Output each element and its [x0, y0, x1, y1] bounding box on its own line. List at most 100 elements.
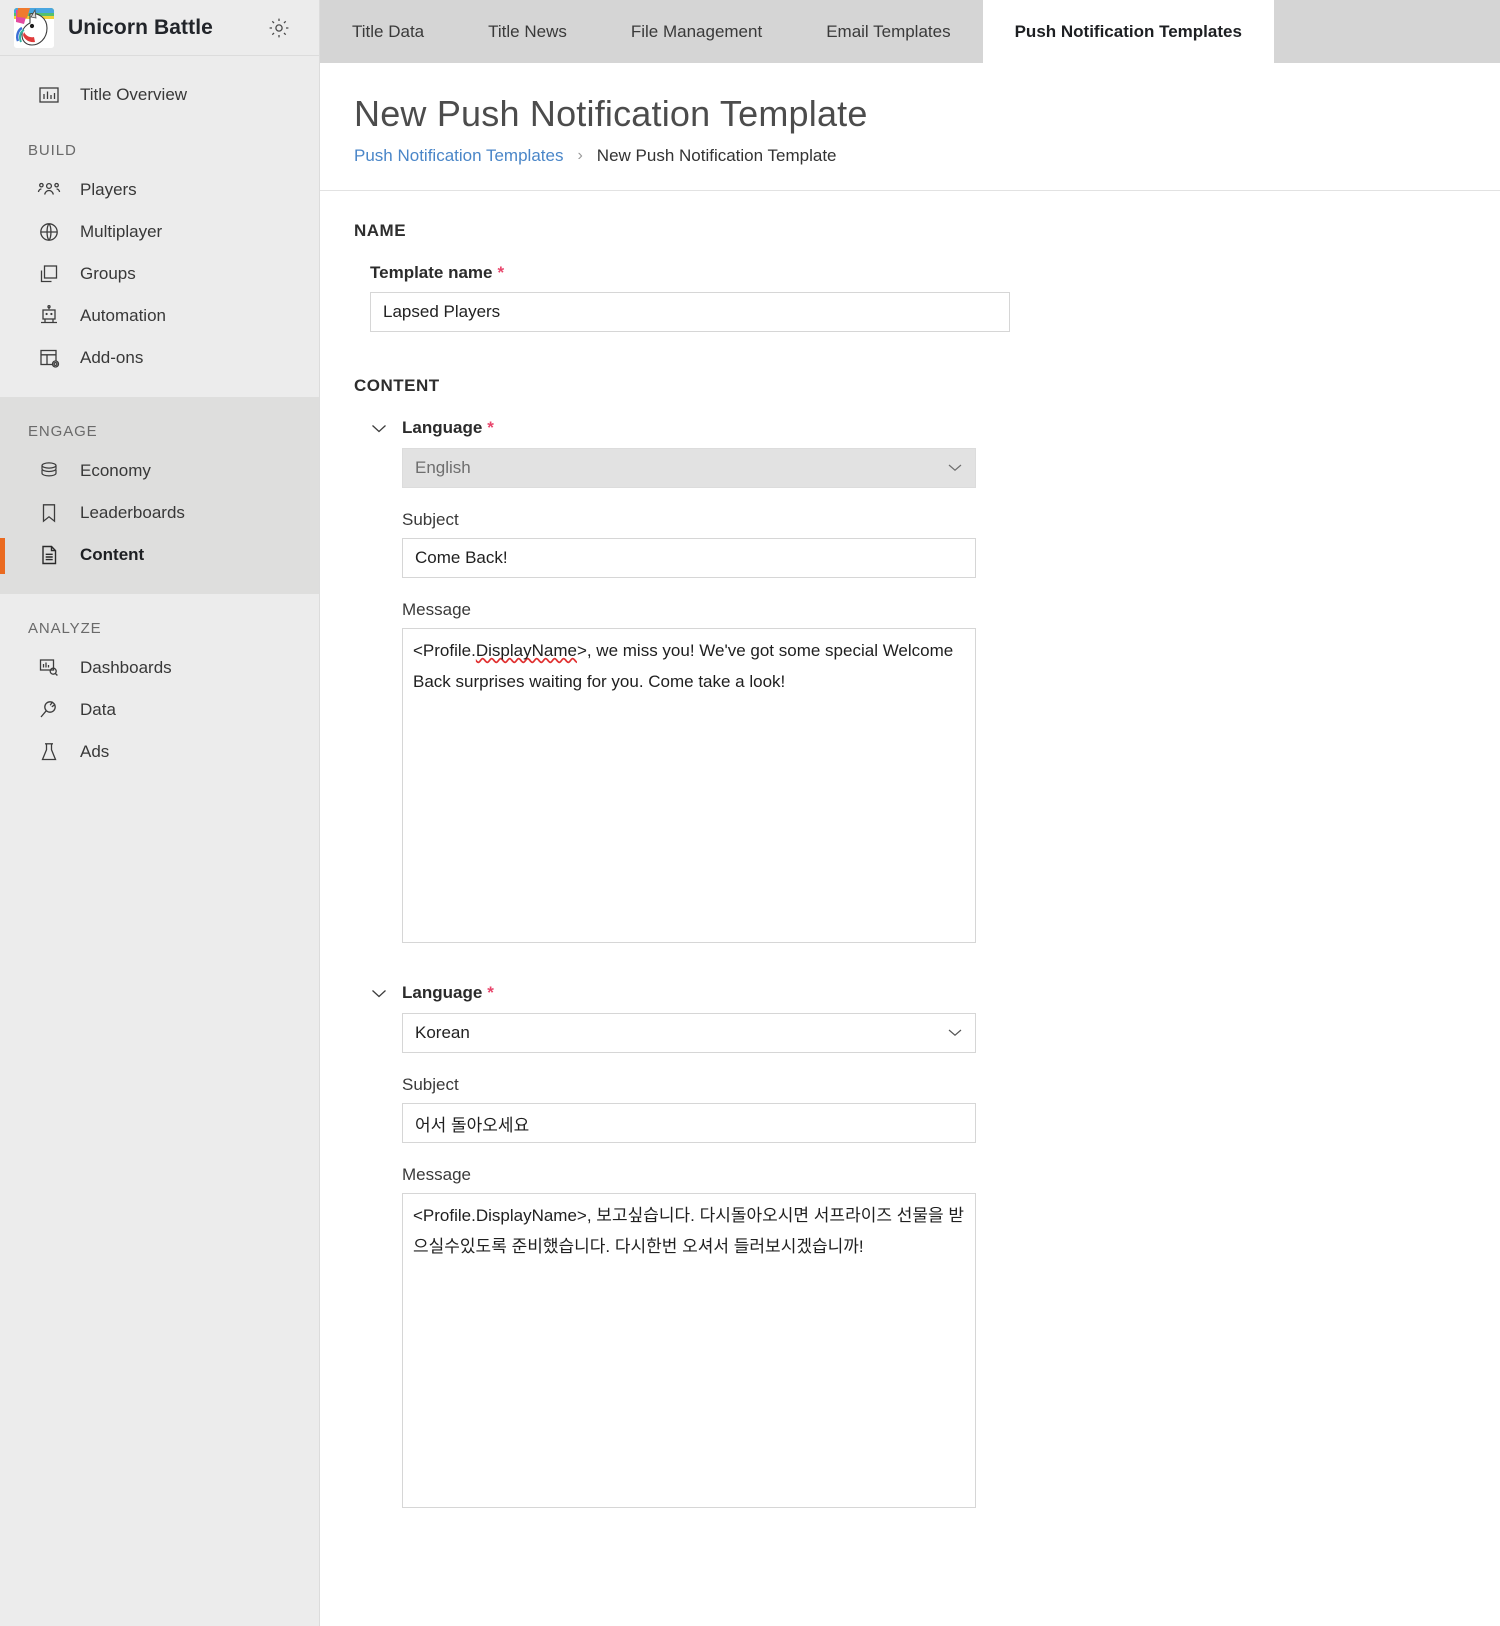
dashboard-search-icon [36, 656, 62, 680]
sidebar-item-label: Add-ons [80, 348, 144, 367]
subject-input-english[interactable]: Come Back! [402, 538, 976, 579]
document-icon [36, 543, 62, 567]
message-label-english: Message [402, 600, 471, 620]
sidebar-item-ads[interactable]: Ads [0, 731, 319, 773]
language-header-korean: Language * [366, 983, 1500, 1003]
message-text-prefix: <Profile. [413, 641, 476, 661]
sidebar-item-title-overview[interactable]: Title Overview [0, 74, 319, 116]
gear-icon[interactable] [265, 14, 293, 42]
chevron-down-icon[interactable] [366, 983, 392, 1003]
language-label-text: Language [402, 983, 483, 1003]
sidebar-section-label: BUILD [28, 142, 77, 159]
language-header-english: Language * [366, 418, 1500, 438]
page-body: New Push Notification Template Push Noti… [320, 63, 1500, 1626]
template-form: NAME Template name * Lapsed Players CONT… [320, 191, 1500, 1509]
sidebar-item-label: Players [80, 180, 137, 199]
message-textarea-korean[interactable]: <Profile.DisplayName>, 보고싶습니다. 다시돌아오시면 서… [402, 1193, 976, 1509]
stacked-squares-icon [36, 262, 62, 286]
tab-push-notification-templates[interactable]: Push Notification Templates [982, 0, 1274, 63]
sidebar-item-multiplayer[interactable]: Multiplayer [0, 211, 319, 253]
app-root: Unicorn Battle Title Overview BUILD Play… [0, 0, 1500, 1626]
language-select-value: English [415, 458, 471, 478]
content-section-heading: CONTENT [354, 376, 440, 396]
message-label-korean: Message [402, 1165, 471, 1185]
unicorn-logo [14, 7, 54, 48]
robot-icon [36, 304, 62, 328]
plug-icon [36, 698, 62, 722]
chevron-down-icon [947, 1023, 963, 1043]
breadcrumb-separator-icon: › [577, 147, 583, 165]
sidebar-item-players[interactable]: Players [0, 169, 319, 211]
message-text-misspelled: DisplayName [475, 641, 577, 661]
sidebar-item-label: Economy [80, 461, 151, 480]
sidebar-item-leaderboards[interactable]: Leaderboards [0, 492, 319, 534]
language-block-english: Language * English Subject Come Back! Me… [372, 418, 1500, 944]
name-section-heading: NAME [354, 221, 407, 241]
subject-label-english: Subject [402, 510, 459, 530]
sidebar: Unicorn Battle Title Overview BUILD Play… [0, 0, 320, 1626]
sidebar-item-add-ons[interactable]: Add-ons [0, 337, 319, 379]
tab-title-data[interactable]: Title Data [320, 0, 456, 63]
sidebar-item-label: Data [80, 700, 116, 719]
breadcrumb: Push Notification Templates › New Push N… [354, 146, 1500, 166]
language-label-text: Language [402, 418, 483, 438]
sidebar-item-label: Groups [80, 264, 136, 283]
bookmark-icon [36, 501, 62, 525]
language-select-value: Korean [415, 1023, 470, 1043]
template-name-label-text: Template name [370, 263, 493, 283]
required-marker: * [487, 418, 494, 438]
sidebar-item-label: Multiplayer [80, 222, 163, 241]
template-name-field: Template name * Lapsed Players [370, 263, 1500, 333]
sidebar-item-label: Title Overview [80, 85, 188, 104]
tab-email-templates[interactable]: Email Templates [794, 0, 982, 63]
chevron-down-icon[interactable] [366, 418, 392, 438]
brand-title: Unicorn Battle [68, 15, 213, 39]
language-label-korean: Language * [402, 983, 494, 1003]
sidebar-item-label: Ads [80, 742, 110, 761]
tab-bar-filler [1273, 0, 1500, 63]
sidebar-section-label: ANALYZE [28, 620, 102, 637]
template-name-input[interactable]: Lapsed Players [370, 292, 1010, 333]
sidebar-section-analyze: ANALYZE Dashboards Data Ads [0, 594, 319, 773]
sidebar-section-engage: ENGAGE Economy Leaderboards Content [0, 397, 319, 594]
template-name-label: Template name * [370, 263, 1500, 283]
language-label-english: Language * [402, 418, 494, 438]
sidebar-item-economy[interactable]: Economy [0, 450, 319, 492]
sidebar-item-automation[interactable]: Automation [0, 295, 319, 337]
tab-title-news[interactable]: Title News [456, 0, 599, 63]
people-icon [36, 178, 62, 202]
chevron-down-icon [947, 458, 963, 478]
coins-stack-icon [36, 459, 62, 483]
message-textarea-english[interactable]: <Profile.DisplayName>, we miss you! We'v… [402, 628, 976, 944]
language-select-korean[interactable]: Korean [402, 1013, 976, 1054]
page-header: New Push Notification Template Push Noti… [320, 63, 1500, 192]
language-select-english[interactable]: English [402, 448, 976, 489]
sidebar-brand: Unicorn Battle [0, 0, 319, 56]
breadcrumb-current: New Push Notification Template [596, 146, 837, 166]
sidebar-item-label: Content [80, 545, 145, 564]
addons-grid-icon [36, 346, 62, 370]
globe-icon [36, 220, 62, 244]
flask-icon [36, 740, 62, 764]
sidebar-item-data[interactable]: Data [0, 689, 319, 731]
sidebar-item-label: Automation [80, 306, 166, 325]
sidebar-item-content[interactable]: Content [0, 534, 319, 576]
subject-input-korean[interactable]: 어서 돌아오세요 [402, 1103, 976, 1144]
sidebar-item-dashboards[interactable]: Dashboards [0, 647, 319, 689]
tab-bar: Title Data Title News File Management Em… [320, 0, 1500, 63]
breadcrumb-link-push-notification-templates[interactable]: Push Notification Templates [354, 146, 563, 166]
main-content: Title Data Title News File Management Em… [320, 0, 1500, 1626]
required-marker: * [497, 263, 505, 283]
tab-file-management[interactable]: File Management [599, 0, 794, 63]
page-title: New Push Notification Template [354, 93, 868, 134]
sidebar-top-group: Title Overview [0, 56, 319, 116]
sidebar-item-label: Dashboards [80, 658, 172, 677]
bar-chart-icon [36, 83, 62, 107]
sidebar-item-groups[interactable]: Groups [0, 253, 319, 295]
sidebar-section-build: BUILD Players Multiplayer Groups Automat… [0, 116, 319, 397]
required-marker: * [487, 983, 494, 1003]
sidebar-section-label: ENGAGE [28, 423, 98, 440]
language-block-korean: Language * Korean Subject 어서 돌아오세요 Messa… [372, 983, 1500, 1509]
subject-label-korean: Subject [402, 1075, 459, 1095]
sidebar-item-label: Leaderboards [80, 503, 185, 522]
